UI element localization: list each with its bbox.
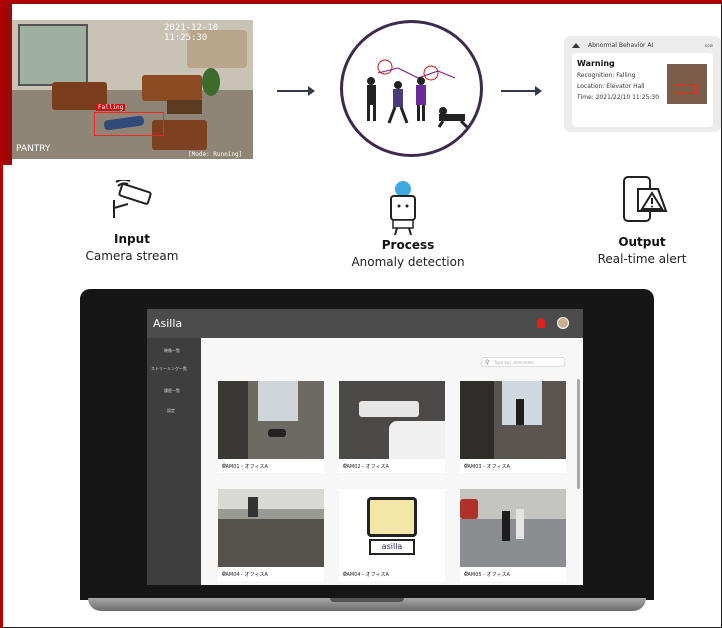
outer-frame xyxy=(0,0,722,628)
